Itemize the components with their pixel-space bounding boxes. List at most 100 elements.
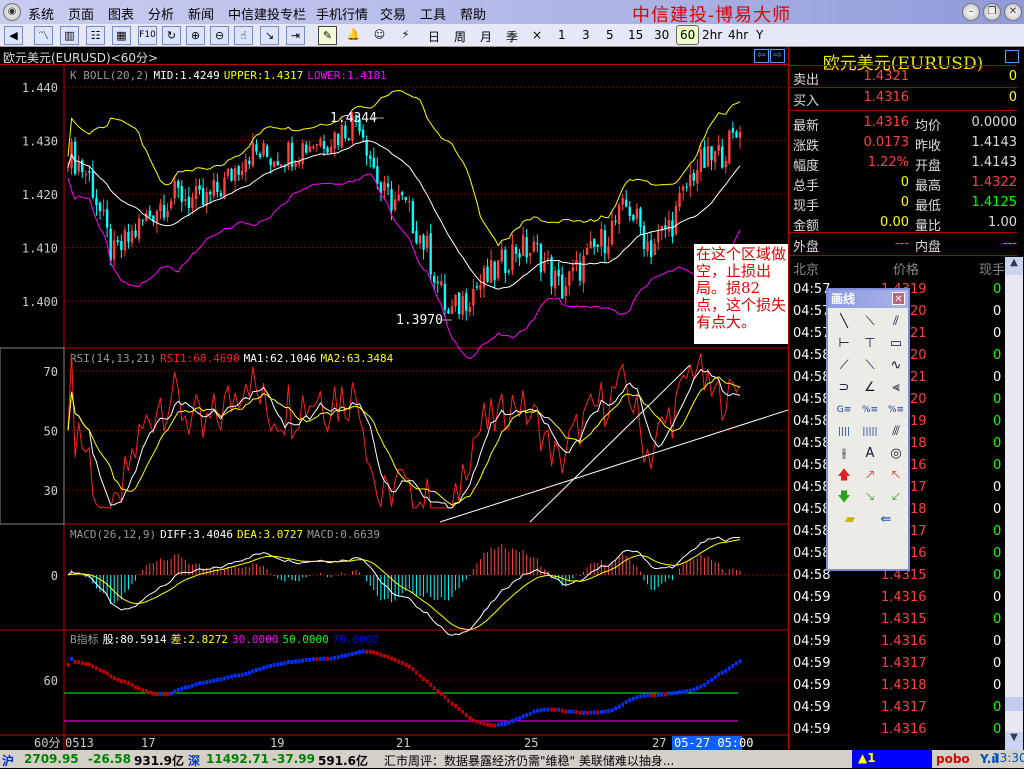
- maximize-panel-button[interactable]: [1005, 50, 1019, 63]
- rectangle-icon[interactable]: ▭: [884, 334, 908, 354]
- fan-lines-icon[interactable]: ⫷: [884, 378, 908, 398]
- arc-icon[interactable]: ⊃: [832, 378, 856, 398]
- arrow-down-left-icon[interactable]: 🡗: [884, 488, 908, 508]
- toolbox-close-button[interactable]: ✕: [892, 292, 905, 305]
- close-button[interactable]: ✕: [1004, 3, 1022, 21]
- menu-item[interactable]: 分析: [148, 4, 174, 23]
- menu-item[interactable]: 新闻: [188, 4, 214, 23]
- parallel-lines-icon[interactable]: ⫽: [884, 312, 908, 332]
- menu-item[interactable]: 手机行情: [316, 4, 368, 23]
- b-bar: [194, 682, 198, 687]
- scroll-right-button[interactable]: ⇨: [770, 49, 785, 63]
- horizontal-line-icon[interactable]: ⊢: [832, 334, 856, 354]
- eraser-icon[interactable]: ▰: [832, 510, 868, 530]
- lightning-icon[interactable]: ⚡: [396, 26, 415, 45]
- b-bar: [624, 700, 628, 705]
- period-周[interactable]: 周: [454, 28, 466, 45]
- fibonacci-period-icon[interactable]: |||||: [858, 422, 882, 442]
- period-3[interactable]: 3: [582, 28, 590, 42]
- quote-table-icon[interactable]: ▦: [112, 26, 131, 45]
- annotation-note[interactable]: 在这个区域做空，止损出局。损82点，这个损失有点大。: [694, 244, 788, 344]
- menu-item[interactable]: 中信建投专栏: [228, 4, 306, 23]
- period-Y[interactable]: Y: [756, 28, 763, 42]
- window-arrow-icon[interactable]: ↘: [260, 26, 279, 45]
- period-季[interactable]: 季: [506, 28, 518, 45]
- menu-item[interactable]: 交易: [380, 4, 406, 23]
- period-15[interactable]: 15: [628, 28, 643, 42]
- b-bar: [489, 723, 493, 728]
- minimize-button[interactable]: –: [962, 3, 980, 21]
- arrow-up-icon[interactable]: 🡅: [832, 466, 856, 486]
- period-月[interactable]: 月: [480, 28, 492, 45]
- line-chart-icon[interactable]: 〽: [34, 26, 53, 45]
- restore-button[interactable]: ❐: [983, 3, 1001, 21]
- trendline: [529, 364, 691, 523]
- list-icon[interactable]: ☷: [86, 26, 105, 45]
- arrow-down-right-icon[interactable]: 🡖: [858, 488, 882, 508]
- segment-icon[interactable]: ⟍: [858, 312, 882, 332]
- back-icon[interactable]: ◀: [4, 26, 23, 45]
- b-bar: [539, 708, 543, 713]
- quote-label: 涨跌: [793, 139, 820, 154]
- candle-chart-icon[interactable]: ▥: [60, 26, 79, 45]
- ray-up-icon[interactable]: ⟋: [832, 356, 856, 376]
- period-1[interactable]: 1: [558, 28, 566, 42]
- menu-item[interactable]: 工具: [420, 4, 446, 23]
- menu-item[interactable]: 系统: [28, 4, 54, 23]
- vertical-line-icon[interactable]: ⊤: [858, 334, 882, 354]
- alarm-bell-icon[interactable]: 🔔: [344, 26, 363, 45]
- period-日[interactable]: 日: [428, 28, 440, 45]
- select-cursor-icon[interactable]: ☝: [234, 26, 253, 45]
- chart-area[interactable]: 1.440 1.430 1.420 1.410 1.400 70 50 30 0 60 K BOLL…: [0, 65, 788, 750]
- b-bar: [127, 681, 130, 686]
- gann-circle-icon[interactable]: ◎: [884, 444, 908, 464]
- f10-icon[interactable]: F10: [138, 26, 157, 45]
- users-icon[interactable]: ☺: [370, 26, 389, 45]
- period-2hr[interactable]: 2hr: [702, 28, 722, 42]
- period-×[interactable]: ×: [532, 28, 542, 42]
- period-30[interactable]: 30: [654, 28, 669, 42]
- news-ticker[interactable]: 汇市周评：数据暴露经济仍需"维稳" 美联储难以抽身...: [384, 752, 674, 769]
- speed-lines-icon[interactable]: ⫲: [832, 444, 856, 464]
- menu-item[interactable]: 图表: [108, 4, 134, 23]
- sine-wave-icon[interactable]: ∿: [884, 356, 908, 376]
- candle: [95, 189, 98, 216]
- menu-item[interactable]: 页面: [68, 4, 94, 23]
- candle: [578, 252, 582, 286]
- tick-header: 北京 价格 现手: [793, 259, 1017, 279]
- period-5[interactable]: 5: [606, 28, 614, 42]
- period-lines-icon[interactable]: ||||: [832, 422, 856, 442]
- alert-indicator[interactable]: ▲1: [852, 750, 932, 768]
- zoom-in-icon[interactable]: ⊕: [186, 26, 205, 45]
- scroll-left-button[interactable]: ⇦: [754, 49, 769, 63]
- ray-down-icon[interactable]: ⟍: [858, 356, 882, 376]
- scroll-down-button[interactable]: ▼: [1005, 732, 1023, 750]
- period-4hr[interactable]: 4hr: [728, 28, 748, 42]
- percent-lines-2-icon[interactable]: %≡: [884, 400, 908, 420]
- text-icon[interactable]: A: [858, 444, 882, 464]
- refresh-icon[interactable]: ↻: [162, 26, 181, 45]
- b-bar: [219, 677, 223, 682]
- candle: [73, 136, 77, 176]
- menu-item[interactable]: 帮助: [460, 4, 486, 23]
- golden-ratio-icon[interactable]: G≡: [832, 400, 856, 420]
- arrow-down-icon[interactable]: 🡇: [832, 488, 856, 508]
- arrow-up-left-icon[interactable]: 🡔: [884, 466, 908, 486]
- b-bar: [215, 677, 219, 682]
- tick-scrollbar[interactable]: ▲ ▼: [1005, 257, 1023, 750]
- angle-icon[interactable]: ∠: [858, 378, 882, 398]
- export-icon[interactable]: ⇥: [286, 26, 305, 45]
- gann-fan-icon[interactable]: ⫻: [884, 422, 908, 442]
- percent-lines-icon[interactable]: %≡: [858, 400, 882, 420]
- app-menu-icon[interactable]: ◉: [3, 3, 21, 21]
- line-icon[interactable]: ╲: [832, 312, 856, 332]
- delete-all-icon[interactable]: ⇚: [868, 510, 904, 530]
- zoom-out-icon[interactable]: ⊖: [210, 26, 229, 45]
- scroll-thumb[interactable]: [1005, 697, 1023, 711]
- b-bar: [656, 692, 660, 697]
- draw-line-icon[interactable]: ✎: [318, 26, 337, 45]
- period-60[interactable]: 60: [676, 25, 700, 45]
- arrow-up-right-icon[interactable]: 🡕: [858, 466, 882, 486]
- scroll-up-button[interactable]: ▲: [1005, 257, 1023, 275]
- b-bar: [703, 682, 706, 687]
